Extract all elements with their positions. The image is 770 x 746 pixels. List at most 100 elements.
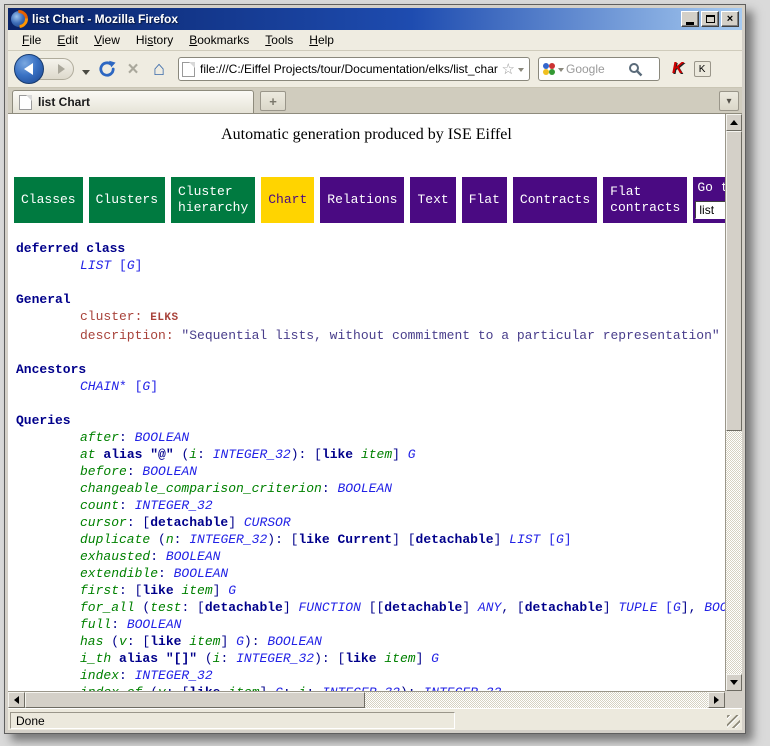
menu-view[interactable]: View xyxy=(86,31,128,49)
doc-nav-cluster[interactable]: Cluster hierarchy xyxy=(171,177,255,223)
doc-line: cluster: ELKS xyxy=(16,308,725,327)
doc-line: LIST [G] xyxy=(16,257,725,274)
forward-icon xyxy=(58,64,65,74)
address-bar[interactable]: file:///C:/Eiffel Projects/tour/Document… xyxy=(178,57,530,81)
firefox-icon xyxy=(11,11,27,27)
tab-page-icon xyxy=(19,95,32,110)
left-arrow-icon xyxy=(10,696,19,704)
back-forward-group xyxy=(14,54,80,84)
doc-section-header: Ancestors xyxy=(16,361,725,378)
menu-bookmarks[interactable]: Bookmarks xyxy=(181,31,257,49)
doc-line: index: INTEGER_32 xyxy=(16,667,725,684)
scroll-right-button[interactable] xyxy=(708,692,725,708)
doc-section-header: Queries xyxy=(16,412,725,429)
search-box[interactable] xyxy=(538,57,660,81)
doc-line: description: "Sequential lists, without … xyxy=(16,327,725,344)
urlbar-dropdown-icon[interactable] xyxy=(518,68,524,75)
doc-line: index_of (v: [like item] G; i: INTEGER_3… xyxy=(16,684,725,691)
doc-line: CHAIN* [G] xyxy=(16,378,725,395)
reload-button[interactable] xyxy=(94,54,120,84)
scroll-up-button[interactable] xyxy=(726,114,742,131)
doc-line: duplicate (n: INTEGER_32): [like Current… xyxy=(16,531,725,548)
doc-line: has (v: [like item] G): BOOLEAN xyxy=(16,633,725,650)
stop-button[interactable]: × xyxy=(120,54,146,84)
scrollbar-corner xyxy=(725,691,742,708)
doc-nav-text[interactable]: Text xyxy=(410,177,455,223)
keyboard-layout-button[interactable]: K xyxy=(694,61,711,77)
doc-line: before: BOOLEAN xyxy=(16,463,725,480)
doc-line: at alias "@" (i: INTEGER_32): [like item… xyxy=(16,446,725,463)
google-icon xyxy=(542,62,556,76)
title-bar: list Chart - Mozilla Firefox × xyxy=(8,8,742,30)
doc-line: for_all (test: [detachable] FUNCTION [[d… xyxy=(16,599,725,616)
doc-nav-relations[interactable]: Relations xyxy=(320,177,404,223)
home-icon: ⌂ xyxy=(153,59,165,79)
doc-line: after: BOOLEAN xyxy=(16,429,725,446)
kaspersky-icon[interactable]: K xyxy=(672,60,684,78)
bookmark-star-icon[interactable]: ☆ xyxy=(502,62,515,77)
minimize-icon xyxy=(686,22,694,25)
search-magnifier-icon[interactable] xyxy=(628,62,643,77)
doc-nav-button-row: ClassesClustersCluster hierarchyChartRel… xyxy=(14,177,725,223)
status-text: Done xyxy=(10,712,455,729)
scroll-left-button[interactable] xyxy=(8,692,25,708)
back-button[interactable] xyxy=(14,54,44,84)
scroll-down-button[interactable] xyxy=(726,674,742,691)
page-content: Automatic generation produced by ISE Eif… xyxy=(8,114,725,691)
doc-nav-contracts[interactable]: Contracts xyxy=(513,177,597,223)
stop-icon: × xyxy=(127,60,138,79)
doc-nav-flat[interactable]: Flat xyxy=(462,177,507,223)
maximize-icon xyxy=(706,15,715,23)
doc-section: Queriesafter: BOOLEANat alias "@" (i: IN… xyxy=(16,412,725,691)
tab-label: list Chart xyxy=(38,95,90,109)
menu-history[interactable]: History xyxy=(128,31,181,49)
browser-client-area: Automatic generation produced by ISE Eif… xyxy=(8,114,742,730)
horizontal-scroll-thumb[interactable] xyxy=(25,692,365,708)
menu-bar: FileEditViewHistoryBookmarksToolsHelp xyxy=(8,30,742,51)
menu-help[interactable]: Help xyxy=(301,31,342,49)
doc-line: changeable_comparison_criterion: BOOLEAN xyxy=(16,480,725,497)
navigation-toolbar: × ⌂ file:///C:/Eiffel Projects/tour/Docu… xyxy=(8,51,742,88)
doc-line: i_th alias "[]" (i: INTEGER_32): [like i… xyxy=(16,650,725,667)
goto-label: Go to: xyxy=(693,177,725,195)
up-arrow-icon xyxy=(730,116,738,125)
down-arrow-icon xyxy=(730,680,738,689)
right-arrow-icon xyxy=(714,696,723,704)
horizontal-scrollbar[interactable] xyxy=(8,691,725,708)
doc-nav-classes[interactable]: Classes xyxy=(14,177,83,223)
close-button[interactable]: × xyxy=(721,11,739,27)
maximize-button[interactable] xyxy=(701,11,719,27)
browser-window: list Chart - Mozilla Firefox × FileEditV… xyxy=(4,4,746,734)
doc-line: count: INTEGER_32 xyxy=(16,497,725,514)
reload-icon xyxy=(97,59,117,79)
tab-list-chart[interactable]: list Chart xyxy=(12,90,254,113)
doc-section: AncestorsCHAIN* [G] xyxy=(16,361,725,395)
page-title: Automatic generation produced by ISE Eif… xyxy=(8,126,725,144)
resize-grip[interactable] xyxy=(727,715,740,728)
home-button[interactable]: ⌂ xyxy=(146,54,172,84)
doc-nav-chart[interactable]: Chart xyxy=(261,177,314,223)
menu-tools[interactable]: Tools xyxy=(257,31,301,49)
doc-nav-flat[interactable]: Flat contracts xyxy=(603,177,687,223)
vertical-scroll-thumb[interactable] xyxy=(726,131,742,431)
goto-input[interactable] xyxy=(695,201,725,219)
doc-line: first: [like item] G xyxy=(16,582,725,599)
back-icon xyxy=(24,63,33,75)
vertical-scrollbar[interactable] xyxy=(725,114,742,691)
tab-strip: list Chart + ▾ xyxy=(8,88,742,114)
doc-nav-clusters[interactable]: Clusters xyxy=(89,177,165,223)
menu-edit[interactable]: Edit xyxy=(49,31,86,49)
minimize-button[interactable] xyxy=(681,11,699,27)
search-input[interactable] xyxy=(566,62,628,76)
goto-box: Go to: xyxy=(693,177,725,223)
url-text[interactable]: file:///C:/Eiffel Projects/tour/Document… xyxy=(200,62,501,76)
new-tab-button[interactable]: + xyxy=(260,91,286,111)
menu-file[interactable]: File xyxy=(14,31,49,49)
window-title: list Chart - Mozilla Firefox xyxy=(32,12,679,26)
search-engine-dropdown-icon[interactable] xyxy=(558,68,564,75)
history-dropdown-icon[interactable] xyxy=(82,70,90,79)
doc-section-header: General xyxy=(16,291,725,308)
doc-line: exhausted: BOOLEAN xyxy=(16,548,725,565)
doc-line: full: BOOLEAN xyxy=(16,616,725,633)
list-all-tabs-button[interactable]: ▾ xyxy=(719,91,739,111)
